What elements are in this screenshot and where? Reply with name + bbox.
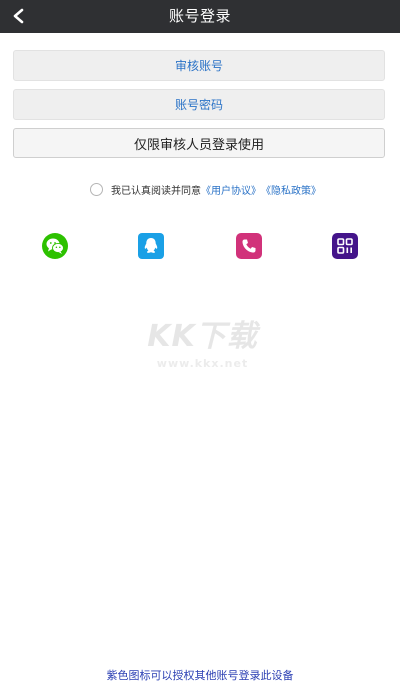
wechat-icon	[46, 238, 64, 254]
authorize-login-button[interactable]	[332, 233, 358, 259]
password-input[interactable]: 账号密码	[13, 89, 385, 120]
page-title: 账号登录	[168, 7, 231, 25]
agreement-text: 我已认真阅读并同意	[111, 185, 201, 197]
phone-icon	[242, 239, 256, 253]
account-input[interactable]: 审核账号	[13, 50, 385, 81]
watermark-brand: KK下载	[147, 319, 258, 354]
user-agreement-link[interactable]: 《用户协议》	[201, 182, 261, 197]
login-screen: 账号登录 审核账号 账号密码 仅限审核人员登录使用 我已认真阅读并同意 《用户协…	[0, 0, 400, 695]
password-placeholder: 账号密码	[174, 98, 223, 112]
watermark-site: www.kkx.net	[156, 357, 249, 370]
qq-icon	[144, 238, 158, 253]
account-placeholder: 审核账号	[174, 59, 223, 73]
phone-login-button[interactable]	[236, 233, 262, 259]
wechat-login-button[interactable]	[42, 233, 68, 259]
agreement-checkbox[interactable]	[90, 182, 103, 196]
watermark: KK下载 www.kkx.net	[140, 318, 265, 384]
title-bar: 账号登录	[0, 0, 400, 33]
login-button[interactable]: 仅限审核人员登录使用	[13, 128, 385, 158]
qq-login-button[interactable]	[138, 233, 164, 259]
agreement-row: 我已认真阅读并同意 《用户协议》 《隐私政策》	[90, 181, 321, 197]
privacy-policy-link[interactable]: 《隐私政策》	[261, 182, 321, 197]
footer-hint: 紫色图标可以授权其他账号登录此设备	[106, 669, 294, 682]
login-button-label: 仅限审核人员登录使用	[133, 137, 264, 153]
grid-authorize-icon	[337, 238, 353, 254]
